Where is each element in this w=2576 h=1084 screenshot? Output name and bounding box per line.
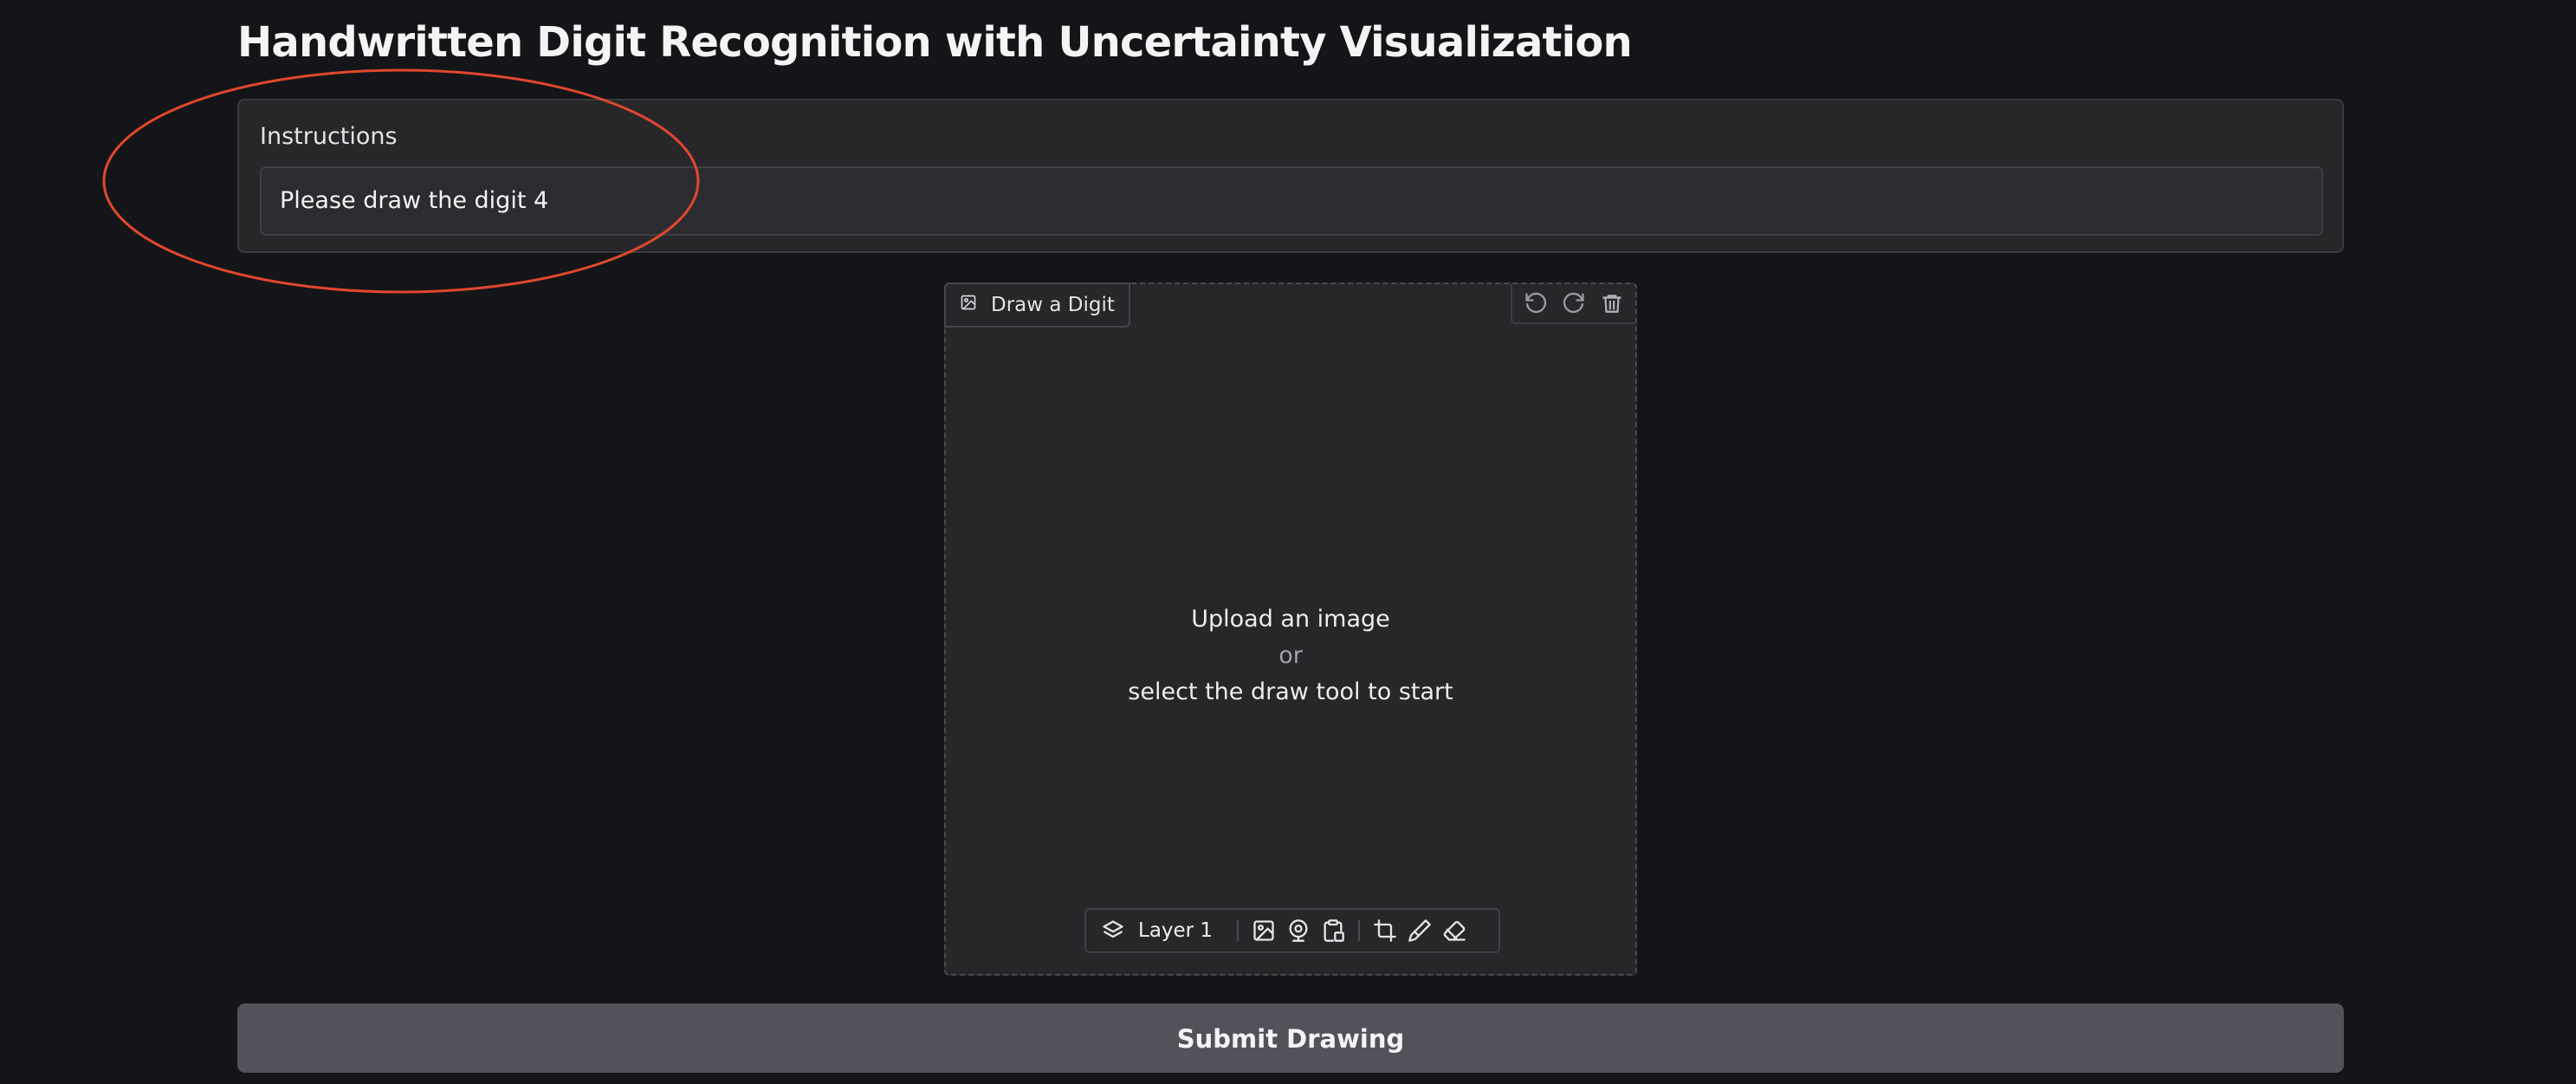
editor-tab-label: Draw a Digit (991, 294, 1115, 316)
toolbar-divider (1237, 920, 1239, 941)
app-page: Handwritten Digit Recognition with Uncer… (0, 0, 2576, 1084)
instructions-textbox[interactable]: Please draw the digit 4 (260, 166, 2323, 236)
image-icon (960, 294, 977, 316)
edit-tools (1370, 916, 1469, 945)
prompt-upload-text: Upload an image (1191, 606, 1390, 633)
editor-actions (1511, 284, 1635, 324)
editor-empty-prompt: Upload an image or select the draw tool … (946, 601, 1635, 711)
editor-toolbar: Layer 1 (1084, 908, 1500, 953)
submit-drawing-button[interactable]: Submit Drawing (237, 1003, 2344, 1073)
instructions-label: Instructions (260, 123, 398, 150)
layer-selector-label[interactable]: Layer 1 (1138, 919, 1213, 942)
trash-icon[interactable] (1595, 287, 1628, 320)
crop-icon[interactable] (1370, 916, 1400, 945)
webcam-icon[interactable] (1284, 916, 1313, 945)
instructions-block: Instructions Please draw the digit 4 (237, 99, 2344, 253)
redo-icon[interactable] (1557, 287, 1590, 320)
upload-image-icon[interactable] (1249, 916, 1278, 945)
prompt-or-text: or (1278, 642, 1303, 669)
undo-icon[interactable] (1519, 287, 1552, 320)
paste-clipboard-icon[interactable] (1318, 916, 1348, 945)
editor-tab-draw-a-digit: Draw a Digit (944, 282, 1130, 328)
source-tools (1249, 916, 1348, 945)
brush-icon[interactable] (1405, 916, 1434, 945)
prompt-draw-text: select the draw tool to start (1128, 678, 1453, 705)
layers-icon[interactable] (1098, 916, 1128, 945)
toolbar-divider (1358, 920, 1361, 941)
image-editor[interactable]: Draw a Digit Upload an image or select t… (944, 282, 1637, 976)
page-title: Handwritten Digit Recognition with Uncer… (237, 18, 1633, 67)
eraser-icon[interactable] (1440, 916, 1469, 945)
